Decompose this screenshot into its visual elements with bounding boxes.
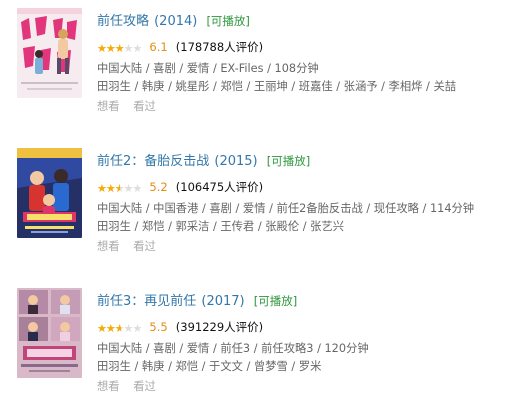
movie-title-link[interactable]: 前任攻略 [97,14,149,29]
rating-line: ★★★★★★★★★★ 5.2 (106475人评价) [97,178,505,195]
playable-badge[interactable]: [可播放] [206,14,249,28]
movie-meta: 中国大陆 / 喜剧 / 爱情 / 前任3 / 前任攻略3 / 120分钟 [97,342,369,355]
playable-badge[interactable]: [可播放] [267,154,310,168]
want-to-watch-button[interactable]: 想看 [97,240,120,253]
movie-cast: 田羽生 / 郑恺 / 郭采洁 / 王传君 / 张殿伦 / 张艺兴 [97,220,344,233]
actions: 想看 看过 [97,99,505,115]
movie-list: 前任攻略 (2014) [可播放] ★★★★★★★★★★ 6.1 (178788… [0,0,505,420]
poster-image[interactable] [17,8,82,98]
movie-title-link[interactable]: 前任2：备胎反击战 [97,154,209,169]
rating-score: 5.5 [149,320,168,334]
list-item: 前任3：再见前任 (2017) [可播放] ★★★★★★★★★★ 5.5 (39… [0,280,505,420]
movie-meta: 中国大陆 / 喜剧 / 爱情 / EX-Files / 108分钟 [97,62,319,75]
rating-line: ★★★★★★★★★★ 5.5 (391229人评价) [97,318,505,335]
rating-votes: (106475人评价) [175,180,264,194]
rating-stars: ★★★★★★★★★★ [97,322,142,335]
rating-line: ★★★★★★★★★★ 6.1 (178788人评价) [97,38,505,55]
movie-meta: 中国大陆 / 中国香港 / 喜剧 / 爱情 / 前任2备胎反击战 / 现任攻略 … [97,202,475,215]
rating-stars: ★★★★★★★★★★ [97,42,142,55]
rating-votes: (391229人评价) [175,320,264,334]
title-line: 前任2：备胎反击战 (2015) [可播放] [97,150,505,170]
stars-filled: ★★★★★ [97,43,124,55]
stars-filled: ★★★★★ [97,323,122,335]
movie-info: 前任2：备胎反击战 (2015) [可播放] ★★★★★★★★★★ 5.2 (1… [97,150,505,255]
playable-badge[interactable]: [可播放] [254,294,297,308]
actions: 想看 看过 [97,379,505,395]
rating-votes: (178788人评价) [175,40,264,54]
title-line: 前任攻略 (2014) [可播放] [97,10,505,30]
poster-art [17,148,82,238]
want-to-watch-button[interactable]: 想看 [97,380,120,393]
list-item: 前任2：备胎反击战 (2015) [可播放] ★★★★★★★★★★ 5.2 (1… [0,140,505,280]
want-to-watch-button[interactable]: 想看 [97,100,120,113]
watched-button[interactable]: 看过 [133,240,156,253]
movie-cast: 田羽生 / 韩庚 / 姚星彤 / 郑恺 / 王丽坤 / 班嘉佳 / 张涵予 / … [97,80,457,93]
rating-score: 6.1 [149,40,168,54]
actions: 想看 看过 [97,239,505,255]
movie-info: 前任攻略 (2014) [可播放] ★★★★★★★★★★ 6.1 (178788… [97,10,505,115]
rating-score: 5.2 [149,180,168,194]
poster-image[interactable] [17,148,82,238]
poster-image[interactable] [17,288,82,378]
movie-year: (2015) [214,154,258,169]
movie-cast: 田羽生 / 韩庚 / 郑恺 / 于文文 / 曾梦雪 / 罗米 [97,360,322,373]
movie-year: (2017) [201,294,245,309]
stars-filled: ★★★★★ [97,183,121,195]
poster-art [17,8,82,98]
movie-title-link[interactable]: 前任3：再见前任 [97,294,196,309]
movie-year: (2014) [154,14,198,29]
title-line: 前任3：再见前任 (2017) [可播放] [97,290,505,310]
watched-button[interactable]: 看过 [133,100,156,113]
list-item: 前任攻略 (2014) [可播放] ★★★★★★★★★★ 6.1 (178788… [0,0,505,140]
rating-stars: ★★★★★★★★★★ [97,182,142,195]
poster-art [17,288,82,378]
movie-info: 前任3：再见前任 (2017) [可播放] ★★★★★★★★★★ 5.5 (39… [97,290,505,395]
watched-button[interactable]: 看过 [133,380,156,393]
